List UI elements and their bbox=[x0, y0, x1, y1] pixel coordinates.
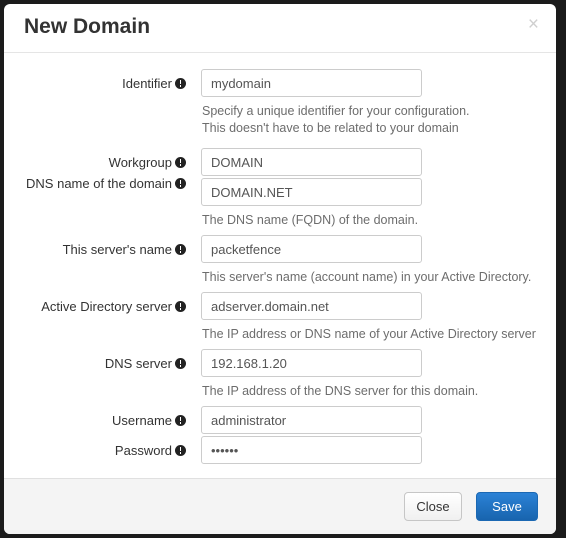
field-input[interactable] bbox=[201, 349, 422, 377]
modal-body: Identifier Specify a unique identifier fo… bbox=[4, 53, 556, 477]
field-input[interactable] bbox=[201, 148, 422, 176]
field-input[interactable] bbox=[201, 69, 422, 97]
form-row: DNS name of the domain bbox=[4, 175, 556, 208]
field-label-text: DNS name of the domain bbox=[26, 176, 172, 191]
info-icon[interactable] bbox=[175, 78, 186, 89]
info-icon[interactable] bbox=[175, 244, 186, 255]
field-help-text: Specify a unique identifier for your con… bbox=[202, 104, 470, 118]
field-label-text: Username bbox=[112, 413, 172, 428]
field-label: Workgroup bbox=[18, 154, 186, 171]
field-help-text: This server's name (account name) in you… bbox=[202, 270, 532, 284]
close-button[interactable]: Close bbox=[404, 492, 462, 521]
form-row: Active Directory server bbox=[4, 292, 556, 322]
field-label: Identifier bbox=[18, 75, 186, 92]
field-label-text: This server's name bbox=[62, 242, 172, 257]
field-label: Password bbox=[18, 442, 186, 459]
modal-header: New Domain × bbox=[4, 4, 556, 53]
info-icon[interactable] bbox=[175, 301, 186, 312]
form-row: Workgroup bbox=[4, 148, 556, 178]
field-label: Active Directory server bbox=[18, 298, 186, 315]
field-input[interactable] bbox=[201, 178, 422, 206]
info-icon[interactable] bbox=[175, 157, 186, 168]
field-label: This server's name bbox=[18, 241, 186, 258]
save-button[interactable]: Save bbox=[476, 492, 538, 521]
page-title: New Domain bbox=[24, 15, 151, 38]
field-label-text: Workgroup bbox=[108, 155, 172, 170]
close-icon[interactable]: × bbox=[524, 13, 543, 36]
info-icon[interactable] bbox=[175, 178, 186, 189]
form-row: Password bbox=[4, 436, 556, 466]
field-label: DNS server bbox=[18, 355, 186, 372]
field-input[interactable] bbox=[201, 406, 422, 434]
field-help-text: The DNS name (FQDN) of the domain. bbox=[202, 213, 419, 227]
field-help-text: The IP address of the DNS server for thi… bbox=[202, 384, 479, 398]
field-input[interactable] bbox=[201, 436, 422, 464]
field-label-text: Active Directory server bbox=[41, 299, 172, 314]
field-label-text: Identifier bbox=[122, 76, 172, 91]
field-label: Username bbox=[18, 412, 186, 429]
info-icon[interactable] bbox=[175, 445, 186, 456]
form-row: This server's name bbox=[4, 235, 556, 265]
modal-footer: Close Save bbox=[4, 478, 556, 534]
form-row: Username bbox=[4, 406, 556, 436]
field-label: DNS name of the domain bbox=[18, 175, 186, 192]
field-help-text: This doesn't have to be related to your … bbox=[202, 121, 459, 135]
form-row: Identifier bbox=[4, 69, 556, 99]
info-icon[interactable] bbox=[175, 358, 186, 369]
field-input[interactable] bbox=[201, 235, 422, 263]
form-row: DNS server bbox=[4, 349, 556, 379]
field-input[interactable] bbox=[201, 292, 422, 320]
field-label-text: Password bbox=[114, 443, 172, 458]
field-help-text: The IP address or DNS name of your Activ… bbox=[202, 327, 536, 341]
info-icon[interactable] bbox=[175, 415, 186, 426]
new-domain-modal: New Domain × Identifier Specify a unique … bbox=[4, 4, 556, 534]
field-label-text: DNS server bbox=[104, 356, 172, 371]
